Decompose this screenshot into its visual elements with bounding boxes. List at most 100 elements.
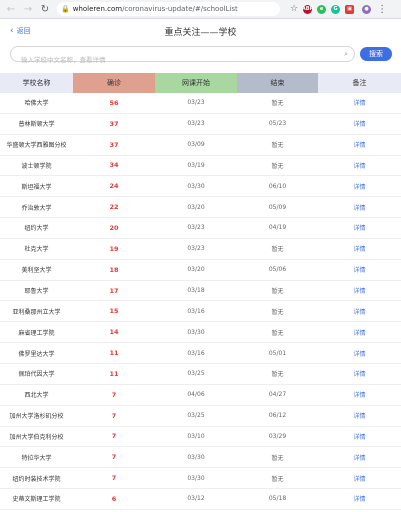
grammarly-extension-icon[interactable]: G [331,4,341,14]
address-bar[interactable]: 🔒 wholeren.com/coronavirus-update/#/scho… [57,2,280,16]
end-date: 04/27 [268,391,287,399]
table-row: 加州大学洛杉矶分校 7 03/25 06/12 详情 [0,406,401,427]
end-date: 暂无 [271,100,284,108]
details-link[interactable]: 详情 [318,489,401,509]
online-start-date: 03/12 [187,495,205,503]
details-link[interactable]: 详情 [318,218,401,238]
school-name: 纽约时装技术学院 [12,475,61,483]
chevron-left-icon: ‹ [10,26,14,36]
details-link[interactable]: 详情 [318,301,401,321]
online-start-date: 04/06 [187,391,205,399]
details-link[interactable]: 详情 [318,176,401,196]
school-name: 亚利桑那州立大学 [12,308,61,316]
end-date: 05/23 [268,120,287,128]
back-link[interactable]: ‹ 返回 [10,26,31,36]
column-header-school[interactable]: 学校名称 [0,73,73,93]
details-link[interactable]: 详情 [318,239,401,259]
confirmed-count: 7 [111,453,117,462]
online-start-date: 03/25 [187,412,205,420]
details-link[interactable]: 详情 [318,343,401,363]
school-name: 佛罗里达大学 [18,350,55,358]
confirmed-count: 20 [109,223,119,232]
search-row: ⌕ 搜索 [10,46,394,67]
online-start-date: 03/30 [187,453,205,461]
url-host: wholeren.com [72,5,123,13]
details-link[interactable]: 详情 [318,364,401,384]
details-link[interactable]: 详情 [318,427,401,447]
online-start-date: 03/19 [187,161,205,169]
details-link[interactable]: 详情 [318,156,401,176]
confirmed-count: 7 [111,390,117,399]
confirmed-count: 6 [111,494,117,503]
table-row: 乔治敦大学 22 03/20 05/09 详情 [0,197,401,219]
confirmed-count: 15 [109,307,119,316]
school-name: 哈佛大学 [24,100,49,108]
table-row: 哈佛大学 56 03/23 暂无 详情 [0,93,401,114]
online-start-date: 03/09 [187,141,205,149]
details-link[interactable]: 详情 [318,135,401,155]
confirmed-count: 19 [109,244,119,253]
table-row: 佛罗里达大学 11 03/16 05/01 详情 [0,343,401,364]
forward-arrow-icon[interactable]: → [22,3,34,15]
confirmed-count: 17 [109,286,119,295]
online-start-date: 03/30 [187,182,205,190]
profile-avatar-icon[interactable]: ● [362,4,372,14]
school-name: 西北大学 [24,392,49,400]
details-link[interactable]: 详情 [318,406,401,426]
online-start-date: 03/16 [187,349,205,357]
details-link[interactable]: 详情 [318,260,401,280]
online-start-date: 03/23 [187,245,205,253]
search-icon[interactable]: ⌕ [344,50,348,59]
back-arrow-icon[interactable]: ← [5,3,17,15]
details-link[interactable]: 详情 [318,468,401,488]
table-row: 加州大学伯克利分校 7 03/10 03/29 详情 [0,427,401,448]
bookmark-star-icon[interactable]: ☆ [290,4,298,14]
end-date: 04/19 [268,224,287,232]
details-link[interactable]: 详情 [318,322,401,342]
confirmed-count: 7 [111,411,117,420]
evernote-extension-icon[interactable]: e [317,4,327,14]
confirmed-count: 24 [109,182,119,191]
end-date: 05/09 [268,203,287,211]
details-link[interactable]: 详情 [318,281,401,301]
online-start-date: 03/30 [187,474,205,482]
end-date: 暂无 [271,475,284,483]
table-row: 美利坚大学 18 03/20 05/06 详情 [0,260,401,281]
school-name: 耶鲁大学 [24,288,49,296]
confirmed-count: 14 [109,328,119,337]
table-header: 学校名称 确诊 网课开始 结束 备注 [0,73,401,93]
table-row: 麻省理工学院 14 03/30 暂无 详情 [0,322,401,344]
details-link[interactable]: 详情 [318,447,401,467]
school-name: 美利坚大学 [21,267,52,275]
online-start-date: 03/23 [187,224,205,232]
table-body: 哈佛大学 56 03/23 暂无 详情 普林斯顿大学 37 03/23 05/23 详情 华盛顿大学… [0,93,401,510]
details-link[interactable]: 详情 [318,197,401,217]
confirmed-count: 11 [109,349,119,358]
column-header-confirmed[interactable]: 确诊 [73,73,155,93]
reload-icon[interactable]: ↻ [39,3,51,15]
school-name: 波士顿学院 [21,162,52,170]
end-date: 暂无 [271,454,284,462]
table-row: 特拉华大学 7 03/30 暂无 详情 [0,447,401,469]
details-link[interactable]: 详情 [318,93,401,113]
red-extension-icon[interactable]: ▣ [345,4,355,14]
search-button[interactable]: 搜索 [360,47,392,61]
online-start-date: 03/23 [187,120,205,128]
online-start-date: 03/16 [187,307,205,315]
page-title: 重点关注——学校 [164,28,237,38]
column-header-notes[interactable]: 备注 [318,73,401,93]
confirmed-count: 56 [109,98,119,107]
school-name: 纽约大学 [24,225,49,233]
search-input[interactable] [11,53,331,67]
table-row: 纽约大学 20 03/23 04/19 详情 [0,218,401,239]
end-date: 暂无 [271,288,284,296]
search-box: ⌕ [10,46,355,67]
browser-menu-icon[interactable]: ⋮ [377,4,387,15]
details-link[interactable]: 详情 [318,114,401,134]
column-header-end[interactable]: 结束 [237,73,318,93]
confirmed-count: 7 [111,474,117,483]
column-header-online-start[interactable]: 网课开始 [155,73,237,93]
adblock-extension-icon[interactable]: ABP [302,4,313,14]
end-date: 05/01 [268,349,287,357]
details-link[interactable]: 详情 [318,385,401,405]
